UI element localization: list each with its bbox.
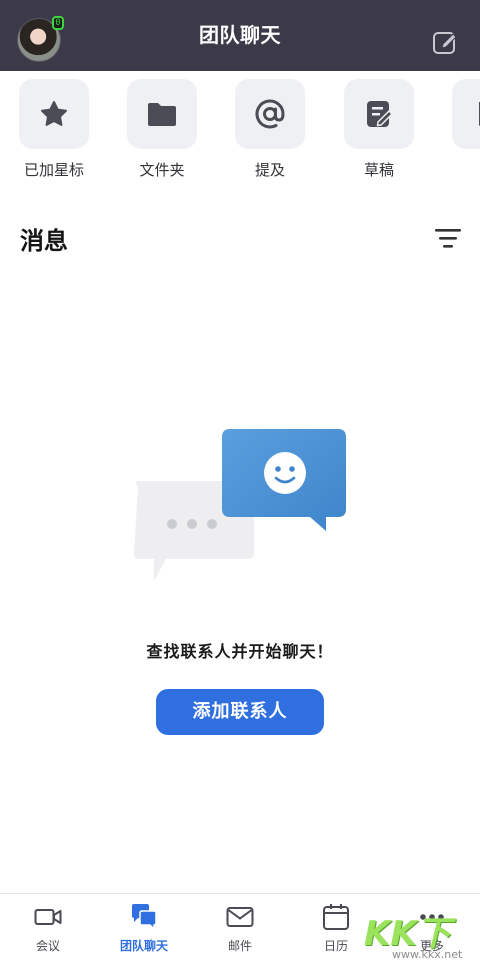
tab-label: 会议 xyxy=(35,939,60,953)
quick-action-label: 提及 xyxy=(254,161,285,179)
quick-action-starred[interactable]: 已加星标 xyxy=(19,79,89,180)
video-icon xyxy=(34,909,62,925)
tab-meetings[interactable]: 会议 xyxy=(0,894,96,964)
tab-team-chat[interactable]: 团队聊天 xyxy=(96,894,192,964)
chat-bubbles-illustration xyxy=(134,429,346,581)
folder-icon xyxy=(148,103,176,126)
top-bar: 0 团队聊天 xyxy=(0,0,480,71)
page-title: 团队聊天 xyxy=(199,23,281,47)
mail-icon xyxy=(226,907,254,927)
quick-action-folders[interactable]: 文件夹 xyxy=(127,79,197,180)
add-contact-button[interactable]: 添加联系人 xyxy=(156,689,324,735)
filter-icon[interactable] xyxy=(434,227,462,249)
watermark-url: www.kkx.net xyxy=(392,948,463,961)
quick-action-tile xyxy=(127,79,197,149)
quick-actions-row: 已加星标 文件夹 提及 草稿 xyxy=(0,71,480,192)
compose-icon[interactable] xyxy=(432,29,458,55)
quick-action-tile xyxy=(344,79,414,149)
quick-action-drafts[interactable]: 草稿 xyxy=(344,79,414,180)
calendar-icon xyxy=(323,904,349,930)
quick-action-label: 书 xyxy=(452,159,480,180)
quick-action-label: 已加星标 xyxy=(23,161,84,179)
quick-action-label: 文件夹 xyxy=(139,161,185,179)
tab-label: 邮件 xyxy=(227,939,252,953)
tab-mail[interactable]: 邮件 xyxy=(192,894,288,964)
quick-action-label: 草稿 xyxy=(363,161,394,179)
quick-action-tile xyxy=(235,79,305,149)
star-icon xyxy=(41,101,67,126)
quick-action-tile xyxy=(19,79,89,149)
empty-state-message: 查找联系人并开始聊天！ xyxy=(146,642,334,661)
bookmark-icon xyxy=(479,102,480,126)
chat-icon xyxy=(132,904,157,931)
tab-label: 团队聊天 xyxy=(119,939,168,953)
quick-action-mentions[interactable]: 提及 xyxy=(235,79,305,180)
draft-icon xyxy=(367,101,394,127)
quick-action-bookmarks[interactable]: 书 xyxy=(452,79,480,180)
messages-heading: 消息 xyxy=(20,227,68,255)
at-icon xyxy=(255,99,285,129)
quick-action-tile xyxy=(452,79,480,149)
